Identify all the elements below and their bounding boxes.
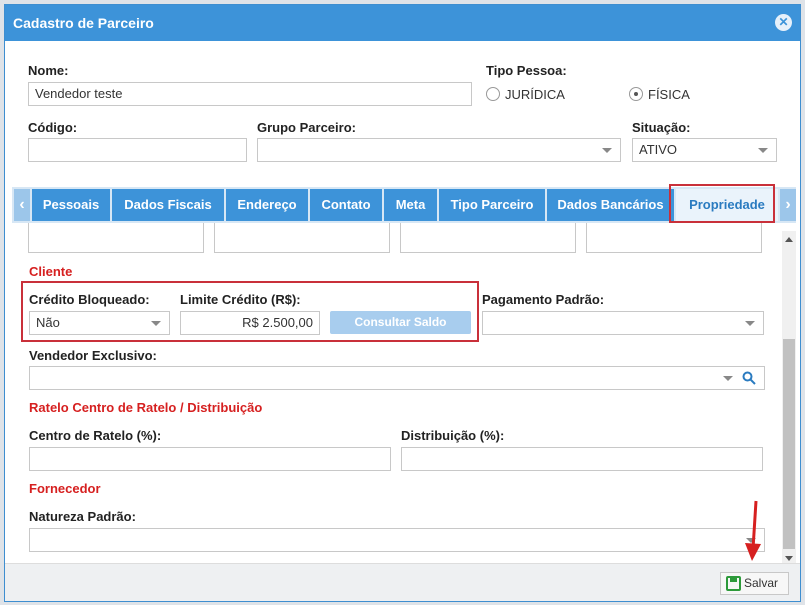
situacao-label: Situação: xyxy=(632,120,691,135)
nome-label: Nome: xyxy=(28,63,69,78)
grupo-parceiro-label: Grupo Parceiro: xyxy=(257,120,356,135)
top-field-4[interactable] xyxy=(586,223,762,253)
vendedor-dropdown-icon[interactable] xyxy=(723,376,733,381)
natureza-padrao-label: Natureza Padrão: xyxy=(29,509,136,524)
save-label: Salvar xyxy=(744,576,779,590)
highlight-credit-section xyxy=(21,281,479,342)
tab-meta[interactable]: Meta xyxy=(384,189,437,221)
nome-input[interactable]: Vendedor teste xyxy=(28,82,472,106)
radio-fisica-dot[interactable] xyxy=(629,87,643,101)
partner-dialog: Cadastro de Parceiro ✕ Nome: Vendedor te… xyxy=(4,4,801,602)
vendedor-exclusivo-label: Vendedor Exclusivo: xyxy=(29,348,157,363)
codigo-label: Código: xyxy=(28,120,78,135)
tab-content: Cliente Crédito Bloqueado: Não Limite Cr… xyxy=(12,223,782,563)
pagamento-padrao-select[interactable] xyxy=(482,311,764,335)
vendedor-exclusivo-select[interactable] xyxy=(29,366,765,390)
tab-scroll-left-icon[interactable]: ‹ xyxy=(14,189,30,221)
dialog-footer: Salvar xyxy=(5,563,800,601)
tipo-pessoa-label: Tipo Pessoa: xyxy=(486,63,567,78)
situacao-select[interactable]: ATIVO xyxy=(632,138,777,162)
highlight-propriedade-tab xyxy=(669,184,775,223)
tab-pessoais[interactable]: Pessoais xyxy=(32,189,110,221)
tab-dados-bancarios[interactable]: Dados Bancários xyxy=(547,189,674,221)
top-field-1[interactable] xyxy=(28,223,204,253)
centro-rateio-label: Centro de Ratelo (%): xyxy=(29,428,162,443)
tab-dados-fiscais[interactable]: Dados Fiscais xyxy=(112,189,224,221)
tab-scroll-right-icon[interactable]: › xyxy=(780,189,796,221)
distribuicao-label: Distribuição (%): xyxy=(401,428,505,443)
close-icon[interactable]: ✕ xyxy=(775,14,792,31)
distribuicao-input[interactable] xyxy=(401,447,763,471)
codigo-input[interactable] xyxy=(28,138,247,162)
grupo-parceiro-select[interactable] xyxy=(257,138,621,162)
radio-fisica[interactable]: FÍSICA xyxy=(629,87,690,102)
scroll-thumb[interactable] xyxy=(783,339,795,549)
radio-juridica[interactable]: JURÍDICA xyxy=(486,87,565,102)
top-field-2[interactable] xyxy=(214,223,390,253)
centro-rateio-input[interactable] xyxy=(29,447,391,471)
fornecedor-section-title: Fornecedor xyxy=(29,481,101,496)
cliente-section-title: Cliente xyxy=(29,264,73,279)
save-button[interactable]: Salvar xyxy=(720,572,789,595)
rateio-section-title: Ratelo Centro de Ratelo / Distribuição xyxy=(29,400,263,415)
scroll-up-icon[interactable] xyxy=(785,237,793,242)
radio-juridica-dot[interactable] xyxy=(486,87,500,101)
annotation-arrow-icon xyxy=(745,500,761,561)
radio-juridica-label: JURÍDICA xyxy=(505,87,565,102)
scroll-down-icon[interactable] xyxy=(785,556,793,561)
top-field-3[interactable] xyxy=(400,223,576,253)
natureza-padrao-select[interactable] xyxy=(29,528,765,552)
search-icon[interactable] xyxy=(742,371,756,385)
save-icon xyxy=(726,576,741,591)
pagamento-padrao-label: Pagamento Padrão: xyxy=(482,292,605,307)
dialog-title: Cadastro de Parceiro xyxy=(5,5,800,41)
tab-tipo-parceiro[interactable]: Tipo Parceiro xyxy=(439,189,545,221)
content-scrollbar[interactable] xyxy=(782,231,796,567)
radio-fisica-label: FÍSICA xyxy=(648,87,690,102)
tab-endereco[interactable]: Endereço xyxy=(226,189,308,221)
tab-contato[interactable]: Contato xyxy=(310,189,382,221)
